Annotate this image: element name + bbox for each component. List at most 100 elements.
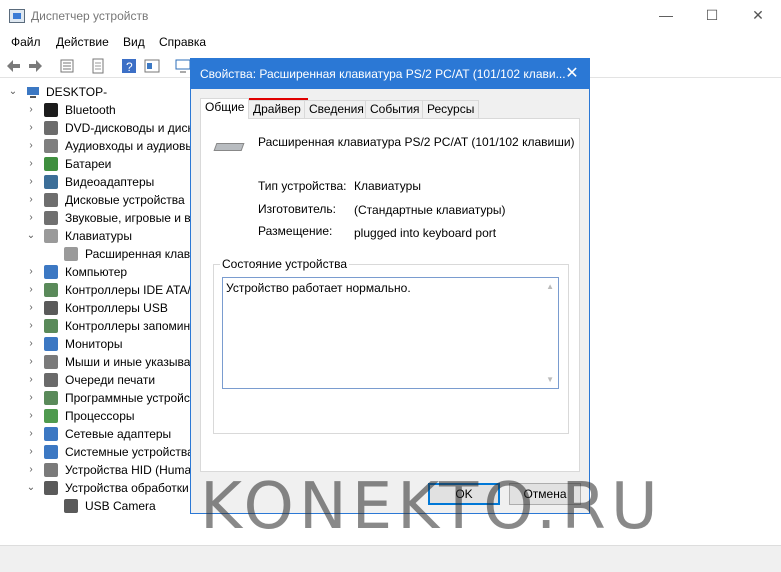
dvd-drive-icon [44, 121, 58, 135]
chevron-right-icon[interactable]: › [26, 173, 36, 191]
chevron-right-icon[interactable]: › [26, 425, 36, 443]
tab-details[interactable]: Сведения [304, 100, 369, 118]
tree-item[interactable]: › Контроллеры USB [0, 299, 190, 317]
manufacturer-label: Изготовитель: [258, 202, 336, 216]
tree-item[interactable]: › Мониторы [0, 335, 190, 353]
chevron-right-icon[interactable]: › [26, 371, 36, 389]
dialog-title-bar: Свойства: Расширенная клавиатура PS/2 PC… [191, 59, 589, 89]
tree-item[interactable]: › Устройства HID (Human Interface Devices… [0, 461, 190, 479]
keyboard-icon [213, 143, 245, 151]
chevron-right-icon[interactable]: › [26, 443, 36, 461]
tree-item-label: Устройства HID (Human Interface Devices) [65, 463, 190, 477]
minimize-button[interactable]: — [643, 0, 689, 31]
tree-item[interactable]: ⌄ Устройства обработки изображений [0, 479, 190, 497]
tab-driver[interactable]: Драйвер [246, 98, 308, 120]
monitor-icon[interactable] [175, 58, 191, 74]
tree-item[interactable]: › Аудиовходы и аудиовыходы [0, 137, 190, 155]
dialog-title: Свойства: Расширенная клавиатура PS/2 PC… [200, 67, 566, 81]
tree-item[interactable]: › Очереди печати [0, 371, 190, 389]
scroll-up-icon[interactable]: ▲ [546, 282, 554, 291]
device-status-textbox[interactable]: Устройство работает нормально. ▲ ▼ [222, 277, 559, 389]
properties-icon[interactable] [59, 58, 75, 74]
battery-icon [44, 157, 58, 171]
chevron-right-icon[interactable]: › [26, 461, 36, 479]
tree-item[interactable]: › Компьютер [0, 263, 190, 281]
ok-button[interactable]: OK [428, 483, 500, 505]
chevron-right-icon[interactable]: › [26, 407, 36, 425]
chevron-right-icon[interactable]: › [26, 263, 36, 281]
tree-item-label: Контроллеры IDE ATA/ATAPI [65, 283, 190, 297]
tree-item[interactable]: Расширенная клавиатура PS/2 PC/AT (101/1… [0, 245, 190, 263]
forward-icon[interactable] [27, 58, 43, 74]
tree-item[interactable]: › Системные устройства [0, 443, 190, 461]
tree-item[interactable]: › Видеоадаптеры [0, 173, 190, 191]
chevron-right-icon[interactable]: › [26, 299, 36, 317]
cancel-button[interactable]: Отмена [509, 483, 581, 505]
manufacturer-value: (Стандартные клавиатуры) [354, 203, 506, 217]
tree-item-label: USB Camera [85, 499, 156, 513]
tree-item[interactable]: USB Camera [0, 497, 190, 515]
location-value: plugged into keyboard port [354, 226, 497, 240]
chevron-right-icon[interactable]: › [26, 209, 36, 227]
close-button[interactable]: ✕ [735, 0, 781, 31]
tree-item-label: Очереди печати [65, 373, 156, 387]
tree-item-label: Мониторы [65, 337, 123, 351]
update-driver-icon[interactable] [144, 58, 160, 74]
system-device-icon [44, 445, 58, 459]
chevron-right-icon[interactable]: › [26, 101, 36, 119]
chevron-right-icon[interactable]: › [26, 191, 36, 209]
sound-icon [44, 211, 58, 225]
tree-item[interactable]: › Процессоры [0, 407, 190, 425]
tree-item[interactable]: › Сетевые адаптеры [0, 425, 190, 443]
tree-item[interactable]: › Дисковые устройства [0, 191, 190, 209]
menu-file[interactable]: Файл [11, 35, 41, 49]
tree-item-label: Звуковые, игровые и видеоустройства [65, 211, 190, 225]
tree-item[interactable]: › Звуковые, игровые и видеоустройства [0, 209, 190, 227]
display-adapter-icon [44, 175, 58, 189]
tree-item-label: Программные устройства [65, 391, 190, 405]
dialog-close-button[interactable]: ✕ [555, 59, 589, 89]
mouse-icon [44, 355, 58, 369]
chevron-down-icon[interactable]: ⌄ [26, 227, 36, 245]
maximize-button[interactable]: ☐ [689, 0, 735, 31]
help-icon[interactable]: ? [121, 58, 137, 74]
tree-root-label: DESKTOP- [46, 85, 108, 99]
tree-item-label: Компьютер [65, 265, 128, 279]
tab-resources[interactable]: Ресурсы [422, 100, 480, 118]
chevron-right-icon[interactable]: › [26, 281, 36, 299]
chevron-right-icon[interactable]: › [26, 335, 36, 353]
tab-events[interactable]: События [365, 100, 425, 118]
tree-item-label: Контроллеры запоминающих устройств [65, 319, 190, 333]
tree-item[interactable]: › Bluetooth [0, 101, 190, 119]
menu-view[interactable]: Вид [123, 35, 145, 49]
tree-item[interactable]: › Батареи [0, 155, 190, 173]
tree-item-label: Устройства обработки изображений [65, 481, 190, 495]
tree-item[interactable]: › DVD-дисководы и дисководы [0, 119, 190, 137]
chevron-right-icon[interactable]: › [26, 137, 36, 155]
chevron-down-icon[interactable]: ⌄ [8, 83, 18, 101]
menu-action[interactable]: Действие [56, 35, 109, 49]
tree-item-label: Видеоадаптеры [65, 175, 155, 189]
scan-hardware-icon[interactable] [90, 58, 106, 74]
tab-general[interactable]: Общие [200, 98, 250, 119]
tree-root[interactable]: ⌄ DESKTOP- [0, 83, 190, 101]
chevron-right-icon[interactable]: › [26, 317, 36, 335]
tree-item-label: Bluetooth [65, 103, 116, 117]
tree-item[interactable]: › Программные устройства [0, 389, 190, 407]
back-icon[interactable] [6, 58, 22, 74]
chevron-down-icon[interactable]: ⌄ [26, 479, 36, 497]
tree-item[interactable]: › Контроллеры запоминающих устройств [0, 317, 190, 335]
processor-icon [44, 409, 58, 423]
tree-item[interactable]: › Контроллеры IDE ATA/ATAPI [0, 281, 190, 299]
software-device-icon [44, 391, 58, 405]
device-type-label: Тип устройства: [258, 179, 347, 193]
scroll-down-icon[interactable]: ▼ [546, 375, 554, 384]
tree-item-label: Батареи [65, 157, 112, 171]
chevron-right-icon[interactable]: › [26, 155, 36, 173]
chevron-right-icon[interactable]: › [26, 389, 36, 407]
menu-help[interactable]: Справка [159, 35, 206, 49]
chevron-right-icon[interactable]: › [26, 353, 36, 371]
tree-item[interactable]: ⌄ Клавиатуры [0, 227, 190, 245]
chevron-right-icon[interactable]: › [26, 119, 36, 137]
tree-item[interactable]: › Мыши и иные указывающие устройства [0, 353, 190, 371]
